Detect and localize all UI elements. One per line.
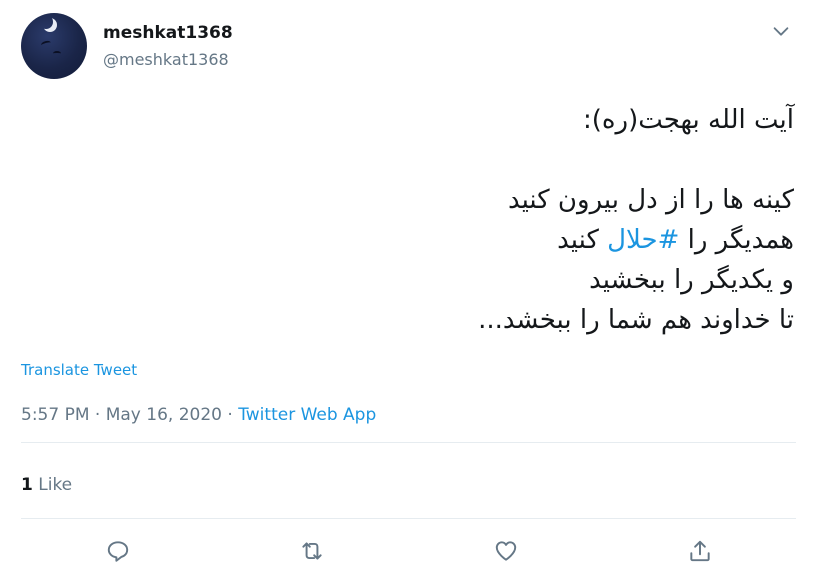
share-button[interactable] xyxy=(685,536,715,566)
heart-icon xyxy=(495,541,517,561)
tweet-date[interactable]: May 16, 2020 xyxy=(106,405,222,425)
user-handle[interactable]: @meshkat1368 xyxy=(103,50,229,69)
tweet-line-prefix: همدیگر را xyxy=(679,225,794,255)
tweet-line: و یکدیگر را ببخشید xyxy=(589,265,794,295)
bird-graphic xyxy=(53,51,61,56)
display-name[interactable]: meshkat1368 xyxy=(103,23,233,43)
like-count: 1 xyxy=(21,475,33,495)
tweet-line: همدیگر را #حلال کنید xyxy=(34,220,794,260)
retweet-button[interactable] xyxy=(297,536,327,566)
tweet-line: تا خداوند هم شما را ببخشد... xyxy=(478,305,794,335)
moon-graphic xyxy=(39,15,53,29)
avatar[interactable] xyxy=(21,13,87,79)
tweet-card: meshkat1368 @meshkat1368 آیت الله بهجت(ر… xyxy=(0,0,816,584)
likes-stat[interactable]: 1 Like xyxy=(21,475,72,495)
hashtag-link[interactable]: #حلال xyxy=(607,225,679,255)
reply-button[interactable] xyxy=(103,536,133,566)
tweet-line: کینه ها را از دل بیرون کنید xyxy=(507,185,794,215)
retweet-icon xyxy=(302,542,322,560)
tweet-line-suffix: کنید xyxy=(557,225,608,255)
tweet-time[interactable]: 5:57 PM xyxy=(21,405,90,425)
divider xyxy=(21,442,796,443)
like-label: Like xyxy=(38,475,73,495)
tweet-actions xyxy=(0,536,816,566)
translate-tweet-link[interactable]: Translate Tweet xyxy=(21,361,137,379)
meta-separator: · xyxy=(89,405,106,425)
like-button[interactable] xyxy=(491,536,521,566)
meta-separator: · xyxy=(221,405,239,425)
tweet-meta: 5:57 PM · May 16, 2020 · Twitter Web App xyxy=(21,405,376,425)
tweet-text: آیت الله بهجت(ره): کینه ها را از دل بیرو… xyxy=(34,100,794,340)
divider xyxy=(21,518,796,519)
tweet-source-link[interactable]: Twitter Web App xyxy=(238,405,376,425)
share-icon xyxy=(690,540,710,562)
reply-icon xyxy=(107,541,129,562)
chevron-down-icon[interactable] xyxy=(770,20,792,42)
tweet-line: آیت الله بهجت(ره): xyxy=(583,105,794,135)
bird-graphic xyxy=(40,39,52,49)
